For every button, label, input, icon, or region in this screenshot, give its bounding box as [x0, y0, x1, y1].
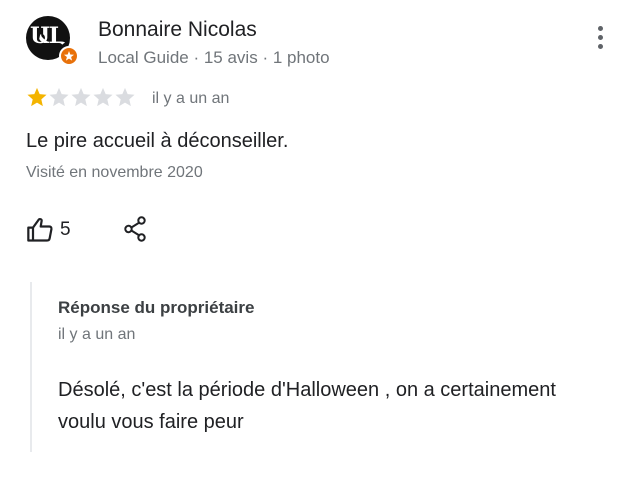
star-filled-icon: [27, 87, 47, 107]
thumb-up-icon: [27, 217, 53, 242]
local-guide-badge-icon: [59, 46, 79, 66]
review-time: il y a un an: [152, 90, 230, 107]
author-name[interactable]: Bonnaire Nicolas: [98, 18, 257, 42]
owner-reply: Réponse du propriétaire il y a un an Dés…: [30, 282, 632, 452]
visited-date: Visité en novembre 2020: [26, 164, 203, 181]
star-rating: [26, 86, 136, 108]
star-empty-icon: [93, 87, 113, 107]
avatar-monogram: ԱԼ: [30, 23, 65, 49]
meta-separator: ·: [257, 48, 273, 67]
author-role: Local Guide: [98, 48, 189, 67]
meta-separator: ·: [188, 48, 204, 67]
share-icon: [124, 216, 146, 242]
owner-reply-title: Réponse du propriétaire: [58, 298, 255, 317]
review-text: Le pire accueil à déconseiller.: [26, 130, 289, 152]
more-vert-icon[interactable]: [592, 26, 608, 52]
like-button[interactable]: 5: [26, 214, 71, 246]
photo-count: 1 photo: [272, 48, 330, 67]
star-empty-icon: [49, 87, 69, 107]
review-count: 15 avis: [203, 48, 258, 67]
review-card: ԱԼ Bonnaire Nicolas Local Guide · 15 avi…: [0, 0, 640, 478]
owner-reply-time: il y a un an: [58, 326, 136, 343]
author-meta: Local Guide · 15 avis · 1 photo: [98, 48, 330, 68]
avatar[interactable]: ԱԼ: [26, 16, 79, 66]
owner-reply-text: Désolé, c'est la période d'Halloween , o…: [58, 379, 556, 433]
star-empty-icon: [115, 87, 135, 107]
share-button[interactable]: [120, 214, 150, 244]
like-count: 5: [60, 219, 71, 240]
star-empty-icon: [71, 87, 91, 107]
